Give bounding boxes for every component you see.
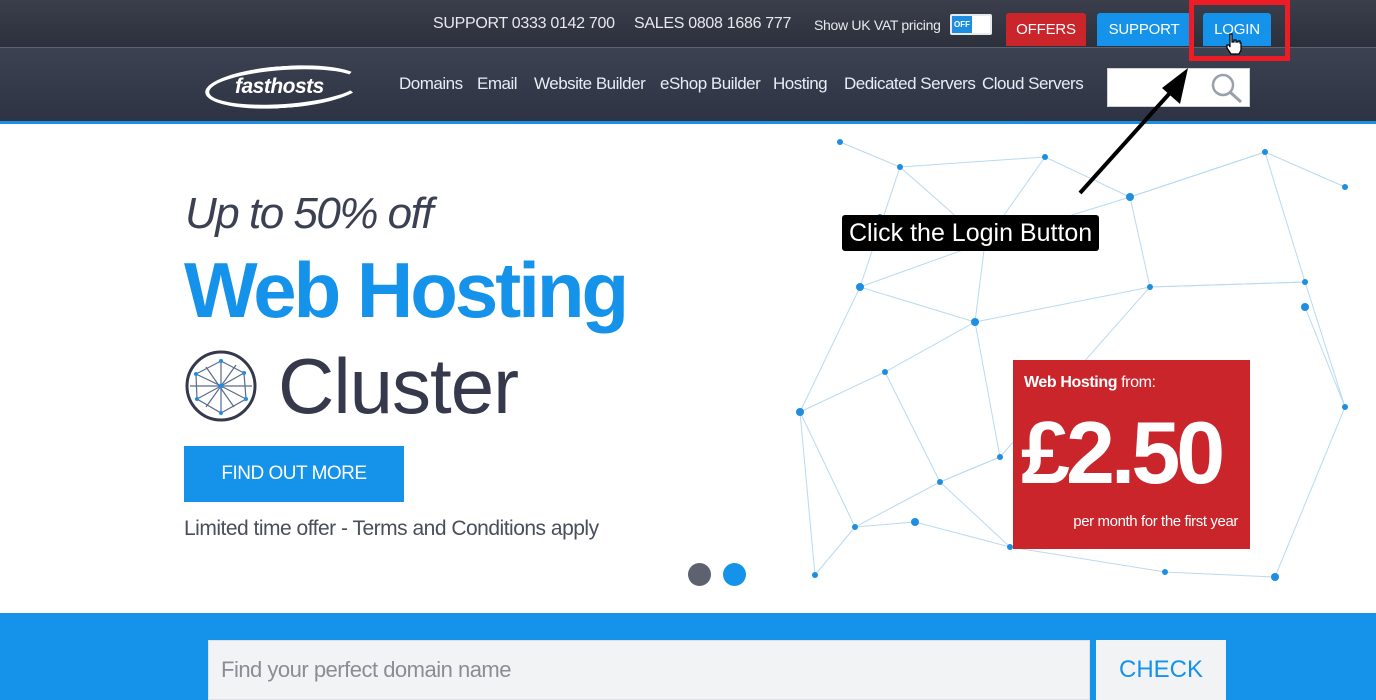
annotation-label: Click the Login Button [842,215,1100,251]
nav-website-builder[interactable]: Website Builder [534,74,646,94]
carousel-dot-2-active[interactable] [723,563,746,586]
terms-text[interactable]: Limited time offer - Terms and Condition… [184,517,599,541]
domain-search-bar: Find your perfect domain name CHECK [0,613,1376,700]
vat-toggle[interactable]: OFF [950,14,992,35]
top-utility-bar: SUPPORT 0333 0142 700 SALES 0808 1686 77… [0,0,1376,48]
nav-hosting[interactable]: Hosting [773,74,828,94]
cluster-heading: Cluster [278,342,519,430]
hand-cursor-icon [1226,33,1242,55]
vat-pricing-label: Show UK VAT pricing [814,17,941,33]
hero-title: Web Hosting [184,246,629,334]
support-phone[interactable]: SUPPORT 0333 0142 700 [433,15,615,33]
check-domain-button[interactable]: CHECK [1096,640,1226,700]
sales-phone[interactable]: SALES 0808 1686 777 [634,15,791,33]
price-label-product: Web Hosting [1024,374,1118,391]
price-value: £2.50 [1021,403,1225,502]
search-icon[interactable] [1210,72,1244,104]
nav-eshop-builder[interactable]: eShop Builder [660,74,761,94]
fasthosts-logo[interactable]: fasthosts [203,60,365,114]
annotation-arrow-icon [1078,68,1188,195]
logo-text: fasthosts [235,75,324,98]
vat-toggle-state: OFF [952,16,972,33]
cluster-globe-icon [185,350,257,422]
nav-cloud-servers[interactable]: Cloud Servers [982,74,1084,94]
support-button[interactable]: SUPPORT [1097,13,1191,46]
carousel-dot-1[interactable] [688,563,711,586]
hero-discount-text: Up to 50% off [185,189,434,238]
nav-dedicated-servers[interactable]: Dedicated Servers [844,74,976,94]
price-promo-box[interactable]: Web Hosting from: £2.50 per month for th… [1013,360,1250,549]
nav-email[interactable]: Email [477,74,518,94]
offers-button[interactable]: OFFERS [1006,13,1086,46]
domain-search-input[interactable]: Find your perfect domain name [208,640,1090,700]
price-label-from: from: [1117,374,1156,391]
price-label: Web Hosting from: [1024,374,1156,392]
find-out-more-button[interactable]: FIND OUT MORE [184,446,404,502]
price-note: per month for the first year [1073,513,1238,530]
nav-domains[interactable]: Domains [399,74,463,94]
